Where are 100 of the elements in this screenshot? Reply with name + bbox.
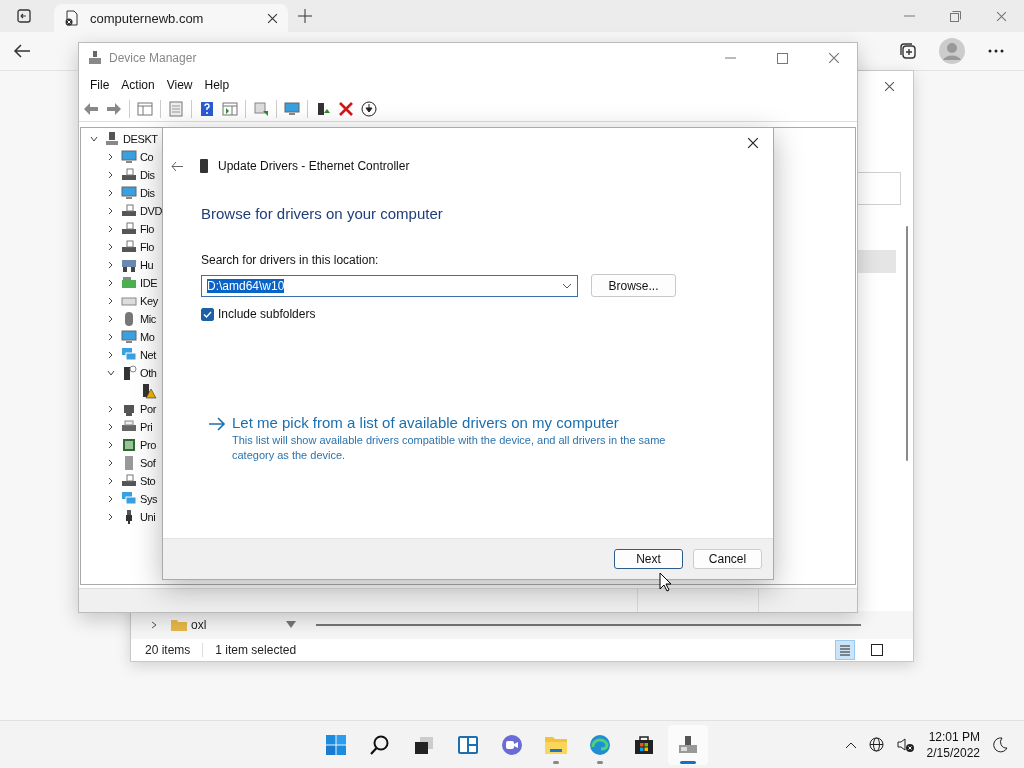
tree-item[interactable]: Mo: [140, 331, 155, 343]
computer-icon: [104, 131, 120, 147]
speaker-muted-icon[interactable]: [896, 736, 915, 753]
chevron-icon[interactable]: [107, 171, 115, 179]
tree-item[interactable]: Pri: [140, 421, 153, 433]
chip-icon: [121, 437, 137, 453]
menu-item[interactable]: View: [160, 77, 199, 92]
chevron-icon[interactable]: [107, 261, 115, 269]
restore-icon[interactable]: [949, 10, 961, 22]
tree-item[interactable]: Sto: [140, 475, 156, 487]
tree-item[interactable]: Co: [140, 151, 154, 163]
chevron-icon[interactable]: [107, 189, 115, 197]
menu-item[interactable]: Action: [115, 77, 161, 92]
tree-item[interactable]: Hu: [140, 259, 154, 271]
globe-icon[interactable]: [868, 736, 885, 753]
tree-item[interactable]: DVD: [140, 205, 163, 217]
dropdown-icon[interactable]: [286, 621, 297, 629]
checkbox[interactable]: [201, 307, 214, 321]
page-icon: [64, 10, 80, 26]
scrollbar-thumb[interactable]: [906, 226, 908, 461]
chevron-icon[interactable]: [107, 405, 115, 413]
tree-item[interactable]: Net: [140, 349, 156, 361]
back-icon[interactable]: [171, 160, 184, 172]
checkbox-label[interactable]: Include subfolders: [218, 307, 316, 321]
window-title: Device Manager: [109, 51, 197, 65]
tree-item[interactable]: Key: [140, 295, 158, 307]
help-icon[interactable]: [199, 100, 215, 117]
chat-icon[interactable]: [500, 732, 524, 757]
chevron-icon[interactable]: [107, 297, 115, 305]
avatar-icon[interactable]: [939, 38, 965, 64]
more-icon[interactable]: [988, 49, 1004, 53]
chevron-icon[interactable]: [107, 441, 115, 449]
location-combobox[interactable]: D:\amd64\w10: [201, 274, 578, 297]
details-view-button[interactable]: [835, 640, 855, 660]
chevron-icon[interactable]: [107, 513, 115, 521]
selection-count: 1 item selected: [215, 643, 297, 657]
chevron-icon[interactable]: [107, 315, 115, 323]
browser-tab[interactable]: computernewb.com: [54, 4, 288, 32]
tree-item[interactable]: Mic: [140, 313, 156, 325]
tree-item[interactable]: Pro: [140, 439, 156, 451]
tree-item[interactable]: Por: [140, 403, 156, 415]
dialog-button[interactable]: Cancel: [693, 549, 762, 569]
monitor-icon[interactable]: [284, 100, 300, 117]
tree-item[interactable]: Flo: [140, 241, 155, 253]
caret-icon[interactable]: [562, 282, 572, 289]
chevron-icon[interactable]: [107, 369, 115, 377]
tree-item[interactable]: Sof: [140, 457, 156, 469]
chevron-icon[interactable]: [107, 279, 115, 287]
start-icon[interactable]: [324, 732, 348, 757]
collections-icon[interactable]: [899, 42, 917, 60]
folder-label[interactable]: oxl: [191, 618, 207, 632]
back-icon[interactable]: [13, 43, 31, 59]
maximize-icon[interactable]: [776, 52, 788, 64]
dialog-heading: Browse for drivers on your computer: [201, 205, 444, 222]
tree-item[interactable]: Uni: [140, 511, 156, 523]
menu-item[interactable]: File: [84, 77, 116, 92]
chevron-icon[interactable]: [107, 351, 115, 359]
chevron-icon[interactable]: [107, 495, 115, 503]
tree-item[interactable]: Oth: [140, 367, 157, 379]
close-icon[interactable]: [884, 81, 895, 92]
forward-icon[interactable]: [106, 100, 122, 117]
chevron-icon[interactable]: [107, 459, 115, 467]
driver-list-link[interactable]: Let me pick from a list of available drivers on my computer: [232, 414, 682, 431]
network-icon: [121, 347, 137, 363]
browse-button[interactable]: Browse...: [591, 274, 676, 297]
chevron-icon[interactable]: [107, 207, 115, 215]
chevron-icon[interactable]: [107, 333, 115, 341]
moon-icon[interactable]: [992, 736, 1008, 753]
chevron-icon[interactable]: [107, 423, 115, 431]
tree-item[interactable]: DESKT: [123, 133, 158, 145]
chevron-icon[interactable]: [107, 153, 115, 161]
menu-item[interactable]: Help: [198, 77, 236, 92]
tree-item[interactable]: Flo: [140, 223, 155, 235]
chevron-icon[interactable]: [150, 621, 158, 629]
chevron-up-icon[interactable]: [844, 740, 857, 749]
tab-actions-icon[interactable]: [17, 9, 31, 23]
pane-icon[interactable]: [222, 100, 238, 117]
download-icon[interactable]: [361, 100, 377, 117]
new-tab-icon[interactable]: [298, 9, 312, 23]
arrow-icon[interactable]: [208, 417, 226, 431]
pane-icon[interactable]: [137, 100, 153, 117]
tree-item[interactable]: IDE: [140, 277, 158, 289]
input-field[interactable]: [857, 172, 901, 205]
chevron-icon[interactable]: [90, 135, 98, 143]
device-icon: [200, 159, 208, 173]
warning-device-icon[interactable]: [141, 383, 157, 399]
tree-item[interactable]: Sys: [140, 493, 158, 505]
browser-icon[interactable]: [588, 732, 612, 757]
chevron-icon[interactable]: [107, 477, 115, 485]
tree-item[interactable]: Dis: [140, 169, 155, 181]
chevron-icon[interactable]: [107, 243, 115, 251]
chevron-icon[interactable]: [107, 225, 115, 233]
drive-icon: [121, 221, 137, 237]
scrollbar[interactable]: [316, 624, 861, 626]
close-icon[interactable]: [747, 137, 759, 149]
delete-icon[interactable]: [338, 100, 354, 117]
tree-item[interactable]: Dis: [140, 187, 155, 199]
close-icon[interactable]: [267, 12, 278, 24]
clock[interactable]: 12:01 PM 2/15/2022: [926, 728, 980, 761]
dialog-button[interactable]: Next: [614, 549, 683, 569]
